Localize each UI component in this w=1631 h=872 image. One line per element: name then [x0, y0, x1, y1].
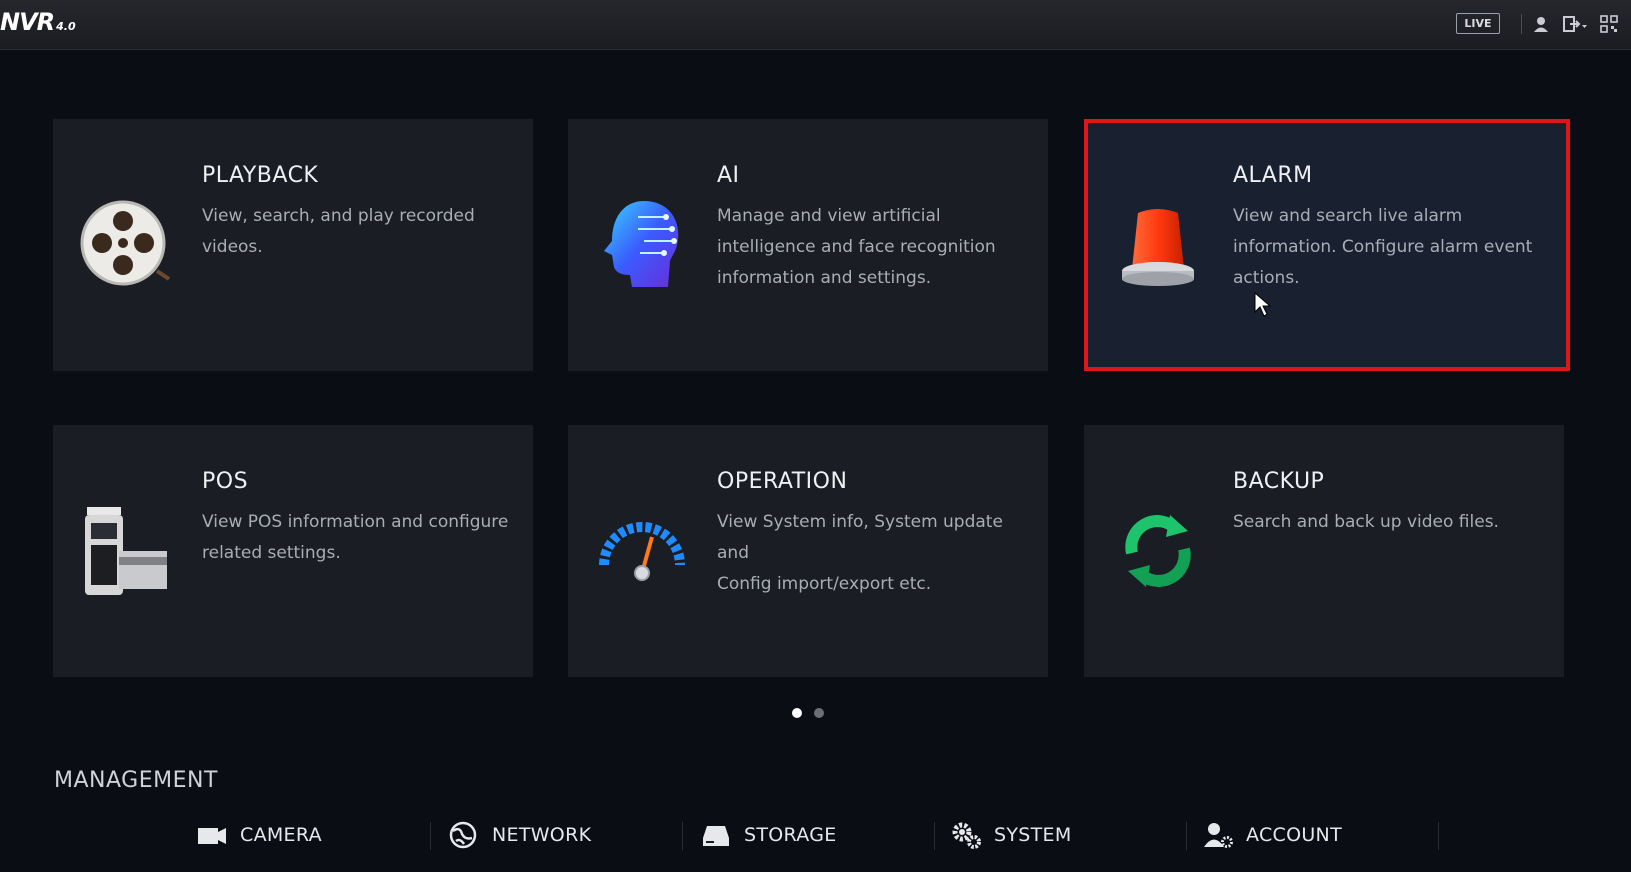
camera-icon: [198, 828, 226, 844]
divider: [1438, 822, 1439, 850]
management-label: STORAGE: [744, 824, 837, 846]
divider: [934, 822, 935, 850]
qr-code-icon[interactable]: [1600, 14, 1618, 34]
card-playback[interactable]: PLAYBACK View, search, and play recorded…: [53, 119, 533, 371]
card-title: ALARM: [1233, 163, 1313, 188]
top-bar: NVR 4.0 LIVE: [0, 0, 1631, 50]
management-account[interactable]: ACCOUNT: [1202, 818, 1342, 852]
page-dot-2[interactable]: [814, 708, 824, 718]
network-globe-icon: [449, 821, 477, 849]
card-title: POS: [202, 469, 249, 494]
card-ai[interactable]: AI Manage and view artificial intelligen…: [568, 119, 1048, 371]
card-description: Search and back up video files.: [1233, 512, 1499, 532]
card-description: View, search, and play recorded videos.: [202, 206, 475, 257]
speedometer-icon: [599, 522, 685, 581]
card-title: OPERATION: [717, 469, 848, 494]
card-description: View POS information and configure relat…: [202, 512, 509, 563]
film-reel-icon: [80, 200, 171, 286]
management-camera[interactable]: CAMERA: [196, 818, 322, 852]
divider: [430, 822, 431, 850]
logout-icon[interactable]: [1562, 14, 1588, 34]
management-storage[interactable]: STORAGE: [700, 818, 837, 852]
pagination-dots: [792, 708, 824, 718]
management-label: ACCOUNT: [1246, 824, 1342, 846]
backup-sync-icon: [1125, 515, 1191, 587]
gears-icon: [952, 822, 981, 849]
card-title: AI: [717, 163, 740, 188]
card-operation[interactable]: OPERATION View System info, System updat…: [568, 425, 1048, 677]
divider: [682, 822, 683, 850]
card-backup[interactable]: BACKUP Search and back up video files.: [1084, 425, 1564, 677]
logo-text: NVR: [0, 8, 55, 36]
management-label: SYSTEM: [994, 824, 1072, 846]
management-system[interactable]: SYSTEM: [950, 818, 1072, 852]
ai-head-icon: [604, 201, 679, 287]
card-description: Manage and view artificial intelligence …: [717, 206, 996, 288]
user-icon[interactable]: [1531, 14, 1551, 34]
management-title: MANAGEMENT: [54, 768, 218, 793]
card-pos[interactable]: POS View POS information and configure r…: [53, 425, 533, 677]
alarm-siren-icon: [1122, 209, 1194, 286]
live-button[interactable]: LIVE: [1456, 13, 1500, 34]
card-title: PLAYBACK: [202, 163, 319, 188]
divider: [1521, 14, 1522, 34]
mouse-cursor-icon: [1254, 292, 1272, 317]
card-description: View and search live alarm information. …: [1233, 206, 1533, 288]
nvr-logo: NVR 4.0: [0, 8, 76, 36]
page-dot-1[interactable]: [792, 708, 802, 718]
card-alarm[interactable]: ALARM View and search live alarm informa…: [1084, 119, 1570, 371]
account-settings-icon: [1204, 823, 1233, 848]
logo-version: 4.0: [56, 20, 76, 33]
divider: [1186, 822, 1187, 850]
pos-terminal-icon: [85, 507, 167, 595]
management-label: CAMERA: [240, 824, 322, 846]
card-title: BACKUP: [1233, 469, 1325, 494]
storage-drive-icon: [703, 826, 729, 846]
management-label: NETWORK: [492, 824, 592, 846]
management-network[interactable]: NETWORK: [448, 818, 591, 852]
card-description: View System info, System update and Conf…: [717, 512, 1003, 594]
